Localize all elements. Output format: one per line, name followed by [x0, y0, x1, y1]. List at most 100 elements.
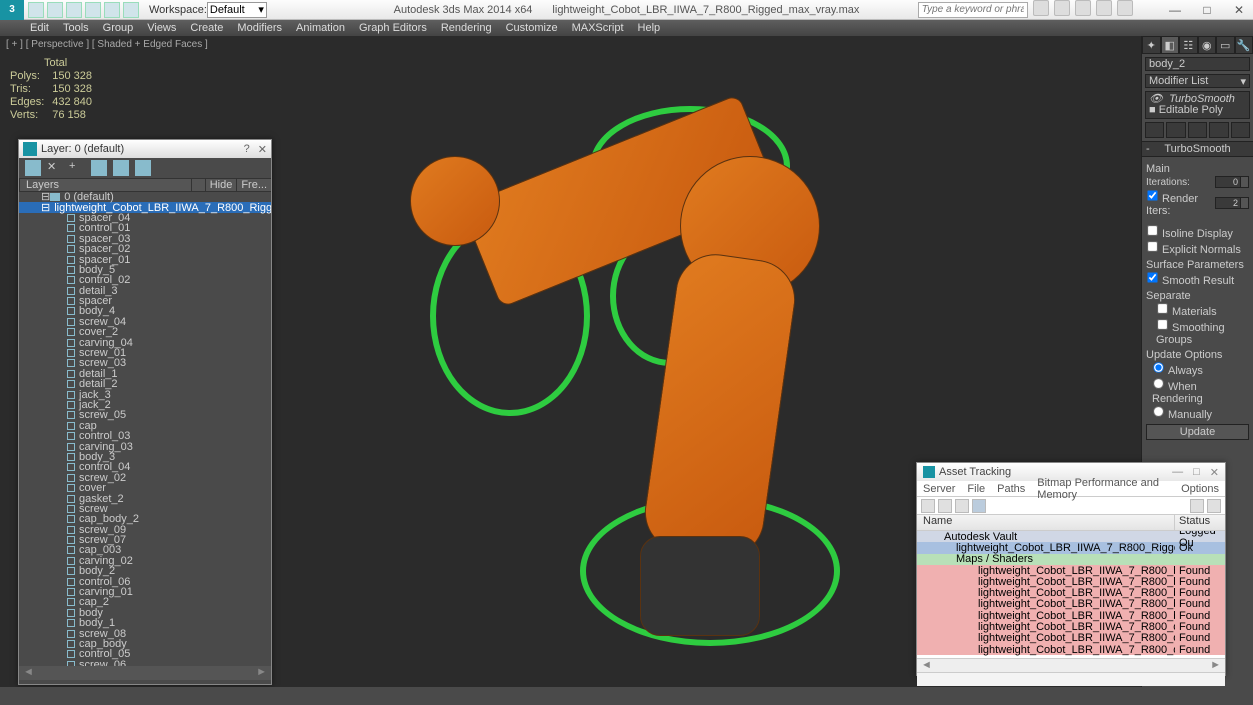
menu-maxscript[interactable]: MAXScript [572, 22, 624, 34]
app-logo[interactable]: 3 [0, 0, 24, 20]
asset-row[interactable]: lightweight_Cobot_LBR_IIWA_7_R800_Rigged… [917, 542, 1225, 553]
object-name-field[interactable]: body_2 [1145, 57, 1250, 71]
layer-row[interactable]: screw_04 [19, 317, 271, 327]
update-manually-radio[interactable] [1153, 406, 1163, 416]
open-icon[interactable] [47, 2, 63, 18]
menu-group[interactable]: Group [103, 22, 134, 34]
layer-row[interactable]: screw_02 [19, 473, 271, 483]
new-layer-icon[interactable] [25, 160, 41, 176]
layer-row[interactable]: spacer_01 [19, 254, 271, 264]
layer-row[interactable]: screw_09 [19, 525, 271, 535]
tab-modify[interactable]: ◧ [1161, 36, 1180, 54]
scroll-right-icon[interactable]: ► [256, 666, 267, 680]
hide-unhide-icon[interactable] [135, 160, 151, 176]
asset-menu-file[interactable]: File [967, 483, 985, 495]
asset-menu-paths[interactable]: Paths [997, 483, 1025, 495]
viewport-label[interactable]: [ + ] [ Perspective ] [ Shaded + Edged F… [0, 36, 214, 53]
layer-row[interactable]: detail_3 [19, 286, 271, 296]
menu-animation[interactable]: Animation [296, 22, 345, 34]
layer-close-button[interactable]: ✕ [258, 143, 267, 156]
layer-row[interactable]: control_03 [19, 431, 271, 441]
materials-check[interactable] [1157, 303, 1167, 313]
asset-tool-help[interactable] [1207, 499, 1221, 513]
layer-row[interactable]: spacer_03 [19, 234, 271, 244]
asset-row[interactable]: lightweight_Cobot_LBR_IIWA_7_R800_bump.P… [917, 565, 1225, 576]
subscription-icon[interactable] [1054, 0, 1070, 16]
layer-row[interactable]: screw_08 [19, 628, 271, 638]
smooth-result-check[interactable] [1147, 272, 1157, 282]
layer-row[interactable]: cap [19, 421, 271, 431]
make-unique-icon[interactable] [1188, 122, 1207, 138]
layer-row[interactable]: cover_2 [19, 327, 271, 337]
add-to-layer-icon[interactable]: + [69, 160, 85, 176]
modifier-list-combo[interactable]: Modifier List▾ [1145, 74, 1250, 88]
show-end-result-icon[interactable] [1166, 122, 1185, 138]
isoline-check[interactable] [1147, 225, 1157, 235]
layer-row[interactable]: control_01 [19, 223, 271, 233]
layer-row[interactable]: screw_03 [19, 358, 271, 368]
tab-display[interactable]: ▭ [1216, 36, 1235, 54]
asset-tool-refresh[interactable] [1190, 499, 1204, 513]
exchange-icon[interactable] [1075, 0, 1091, 16]
layer-row[interactable]: screw_01 [19, 348, 271, 358]
asset-row[interactable]: lightweight_Cobot_LBR_IIWA_7_R800_diffus… [917, 621, 1225, 632]
menu-rendering[interactable]: Rendering [441, 22, 492, 34]
layer-manager-window[interactable]: Layer: 0 (default) ?✕ ✕ + Layers Hide Fr… [18, 139, 272, 685]
modifier-stack[interactable]: 👁 TurboSmooth ■ Editable Poly [1145, 91, 1250, 119]
layer-row[interactable]: control_02 [19, 275, 271, 285]
asset-list[interactable]: Autodesk VaultLogged Oulightweight_Cobot… [917, 531, 1225, 658]
layer-row[interactable]: cover [19, 483, 271, 493]
asset-scroll-left[interactable]: ◄ [921, 659, 932, 672]
layer-row[interactable]: cap_2 [19, 597, 271, 607]
scroll-left-icon[interactable]: ◄ [23, 666, 34, 680]
update-rendering-radio[interactable] [1153, 378, 1163, 388]
layer-row[interactable]: detail_2 [19, 379, 271, 389]
explicit-normals-check[interactable] [1147, 241, 1157, 251]
asset-row[interactable]: lightweight_Cobot_LBR_IIWA_7_R800_bump_1… [917, 576, 1225, 587]
layer-row[interactable]: body_1 [19, 618, 271, 628]
render-iters-spinner[interactable] [1215, 197, 1241, 209]
tab-hierarchy[interactable]: ☷ [1179, 36, 1198, 54]
asset-menu-server[interactable]: Server [923, 483, 955, 495]
layer-row[interactable]: gasket_2 [19, 493, 271, 503]
layer-row[interactable]: carving_03 [19, 441, 271, 451]
layer-row[interactable]: spacer_02 [19, 244, 271, 254]
favorites-icon[interactable] [1096, 0, 1112, 16]
delete-layer-icon[interactable]: ✕ [47, 160, 63, 176]
layer-row[interactable]: body_2 [19, 566, 271, 576]
menu-views[interactable]: Views [147, 22, 176, 34]
layer-row[interactable]: body_5 [19, 265, 271, 275]
asset-menu-options[interactable]: Options [1181, 483, 1219, 495]
layer-row[interactable]: body_3 [19, 452, 271, 462]
iterations-spinner[interactable] [1215, 176, 1241, 188]
layer-tree[interactable]: ⊟ 0 (default)⊟ lightweight_Cobot_LBR_IIW… [19, 192, 271, 666]
tab-utilities[interactable]: 🔧 [1235, 36, 1253, 54]
asset-scroll-right[interactable]: ► [1210, 659, 1221, 672]
undo-icon[interactable] [85, 2, 101, 18]
menu-modifiers[interactable]: Modifiers [237, 22, 282, 34]
asset-tool-1[interactable] [921, 499, 935, 513]
tab-motion[interactable]: ◉ [1198, 36, 1217, 54]
close-button[interactable]: ✕ [1229, 3, 1249, 17]
asset-col-status[interactable]: Status [1175, 515, 1225, 530]
layer-row[interactable]: screw [19, 504, 271, 514]
asset-tracking-window[interactable]: Asset Tracking —□✕ Server File Paths Bit… [916, 462, 1226, 676]
select-objects-icon[interactable] [91, 160, 107, 176]
search-input[interactable] [918, 2, 1028, 18]
asset-tool-3[interactable] [955, 499, 969, 513]
asset-col-name[interactable]: Name [917, 515, 1175, 530]
search-icon[interactable] [1033, 0, 1049, 16]
layer-row[interactable]: detail_1 [19, 369, 271, 379]
smoothing-groups-check[interactable] [1157, 319, 1167, 329]
help-icon[interactable] [1117, 0, 1133, 16]
layer-row[interactable]: carving_02 [19, 556, 271, 566]
menu-customize[interactable]: Customize [506, 22, 558, 34]
layer-row[interactable]: jack_2 [19, 400, 271, 410]
layer-row[interactable]: body_4 [19, 306, 271, 316]
render-iters-check[interactable] [1147, 190, 1157, 200]
asset-row[interactable]: lightweight_Cobot_LBR_IIWA_7_R800_bump_4… [917, 599, 1225, 610]
layer-row[interactable]: spacer_04 [19, 213, 271, 223]
asset-row[interactable]: Maps / Shaders [917, 554, 1225, 565]
link-icon[interactable] [123, 2, 139, 18]
asset-tool-2[interactable] [938, 499, 952, 513]
